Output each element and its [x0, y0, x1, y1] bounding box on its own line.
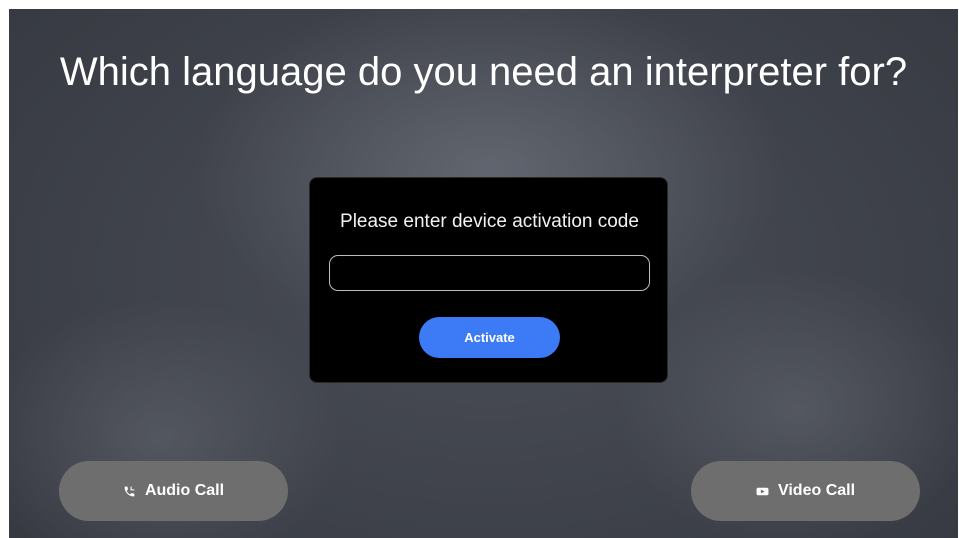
video-camera-icon [756, 484, 770, 498]
kiosk-screen: Which language do you need an interprete… [9, 9, 958, 538]
activation-code-label: Please enter device activation code [340, 211, 639, 232]
activate-button[interactable]: Activate [419, 317, 560, 358]
page-title: Which language do you need an interprete… [59, 50, 908, 94]
video-call-button[interactable]: Video Call [691, 461, 920, 521]
video-call-label: Video Call [777, 482, 856, 499]
activation-dialog: Please enter device activation code Acti… [309, 177, 668, 383]
phone-icon [123, 484, 137, 498]
audio-call-button[interactable]: Audio Call [59, 461, 288, 521]
audio-call-label: Audio Call [144, 482, 225, 499]
activation-code-input[interactable] [329, 255, 650, 291]
